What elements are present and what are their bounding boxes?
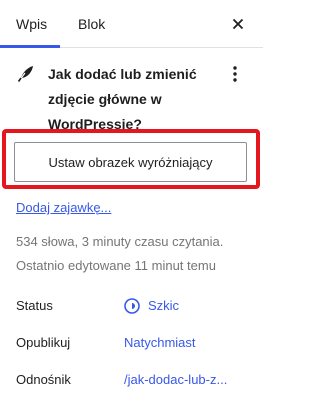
publish-value[interactable]: Natychmiast xyxy=(124,335,196,350)
tab-post[interactable]: Wpis xyxy=(16,0,47,48)
status-label: Status xyxy=(16,298,53,313)
draft-status-icon xyxy=(123,297,141,315)
sidebar-tabs: Wpis Blok xyxy=(0,0,263,48)
active-tab-indicator xyxy=(0,45,60,48)
set-featured-image-button[interactable]: Ustaw obrazek wyróżniający xyxy=(14,142,247,182)
publish-label: Opublikuj xyxy=(16,335,71,350)
add-excerpt-link[interactable]: Dodaj zajawkę... xyxy=(16,200,111,215)
status-value[interactable]: Szkic xyxy=(148,298,179,313)
close-icon[interactable] xyxy=(226,12,250,36)
word-count-reading-time: 534 słowa, 3 minuty czasu czytania. xyxy=(16,234,224,249)
permalink-label: Odnośnik xyxy=(16,372,71,387)
last-edited-info: Ostatnio edytowane 11 minut temu xyxy=(16,258,216,273)
more-vertical-icon[interactable] xyxy=(224,62,246,86)
tab-block[interactable]: Blok xyxy=(78,0,105,48)
quill-pen-icon xyxy=(16,63,36,83)
post-title: Jak dodać lub zmienić zdjęcie główne w W… xyxy=(48,66,197,132)
permalink-value[interactable]: /jak-dodac-lub-z... xyxy=(124,372,227,387)
